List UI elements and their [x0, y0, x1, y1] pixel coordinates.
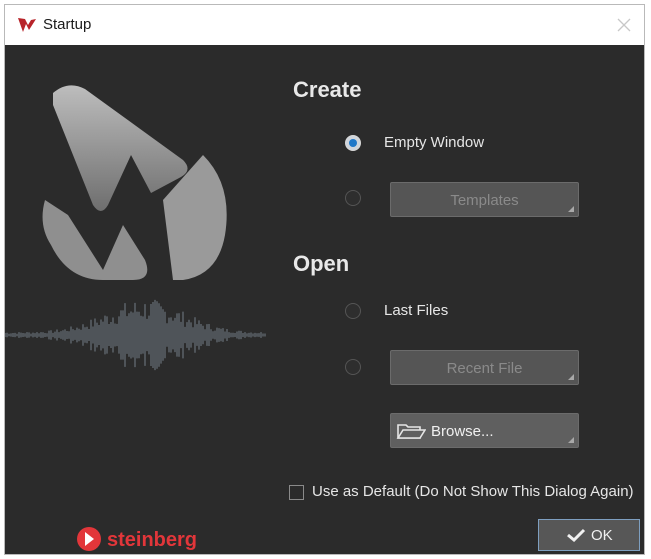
- empty-window-label: Empty Window: [384, 134, 485, 151]
- checkmark-icon: [567, 528, 586, 542]
- last-files-radio[interactable]: [345, 303, 361, 319]
- ok-button-label: OK: [591, 527, 613, 544]
- use-as-default-checkbox[interactable]: [289, 485, 304, 500]
- recent-file-button-label: Recent File: [446, 360, 523, 377]
- templates-button[interactable]: Templates: [390, 182, 579, 217]
- empty-window-radio[interactable]: [345, 135, 361, 151]
- startup-dialog: Startup Create Empty Window Templates Op…: [4, 4, 645, 555]
- steinberg-text: steinberg: [107, 529, 197, 551]
- waveform-graphic: [5, 299, 266, 371]
- templates-radio[interactable]: [345, 190, 361, 206]
- dropdown-corner-icon: [568, 437, 574, 443]
- recent-file-radio[interactable]: [345, 359, 361, 375]
- close-button[interactable]: [612, 13, 636, 37]
- last-files-label: Last Files: [384, 302, 449, 319]
- create-heading: Create: [293, 77, 362, 102]
- recent-file-button[interactable]: Recent File: [390, 350, 579, 385]
- close-icon: [617, 18, 631, 32]
- templates-button-label: Templates: [450, 192, 519, 209]
- dropdown-corner-icon: [568, 374, 574, 380]
- ok-button[interactable]: OK: [538, 519, 640, 551]
- dropdown-corner-icon: [568, 206, 574, 212]
- dialog-body: Create Empty Window Templates Open Last …: [5, 45, 644, 554]
- open-heading: Open: [293, 251, 350, 276]
- title-bar: Startup: [5, 5, 644, 45]
- wavelab-icon: [18, 18, 36, 32]
- folder-icon: [396, 424, 426, 439]
- use-as-default-label: Use as Default (Do Not Show This Dialog …: [312, 483, 634, 500]
- steinberg-logo: steinberg: [77, 527, 197, 551]
- browse-button-label: Browse...: [431, 423, 494, 440]
- window-title: Startup: [43, 16, 92, 33]
- wavelab-logo: [42, 85, 227, 280]
- browse-button[interactable]: Browse...: [390, 413, 579, 448]
